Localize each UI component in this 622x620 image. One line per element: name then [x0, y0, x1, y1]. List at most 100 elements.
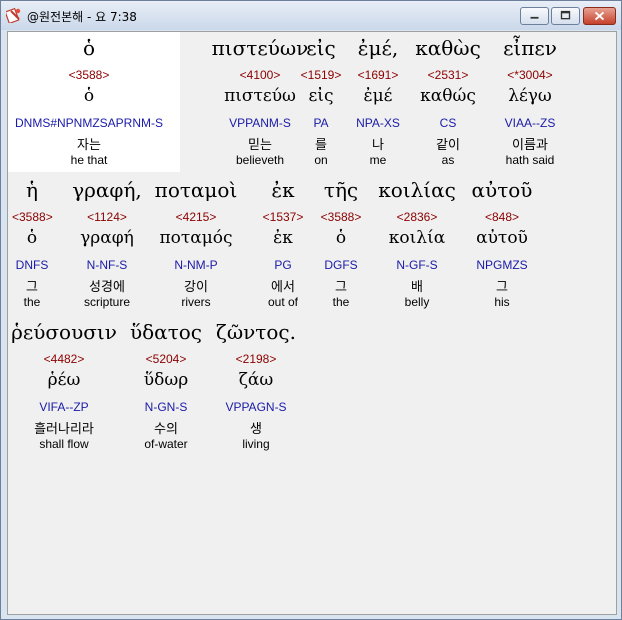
word-column[interactable]: ὕδατος <5204> ὕδωρ N-GN-S 수의 of-water	[126, 320, 206, 455]
close-button[interactable]	[583, 7, 616, 25]
strong-number: <4215>	[175, 210, 217, 224]
english-gloss: of-water	[144, 437, 188, 451]
korean-gloss: 생	[250, 422, 262, 437]
parsing-code: PA	[313, 116, 329, 130]
window-title: @원전본해 - 요 7:38	[27, 10, 137, 24]
strong-number: <2836>	[396, 210, 438, 224]
word-column[interactable]: ἐκ <1537> ἐκ PG 에서 out of	[253, 178, 313, 313]
greek-word: ῥεύσουσιν	[11, 320, 117, 344]
greek-word: ἐμέ,	[357, 36, 399, 60]
lemma: εἰς	[308, 86, 334, 106]
title-bar[interactable]: @원전본해 - 요 7:38	[1, 1, 621, 30]
korean-gloss: 성경에	[89, 280, 125, 295]
korean-gloss: 그	[26, 280, 38, 295]
english-gloss: he that	[70, 153, 108, 167]
strong-number: <*3004>	[507, 68, 553, 82]
word-column[interactable]: ζῶντος. <2198> ζάω VPPAGN-S 생 living	[211, 320, 301, 455]
korean-gloss: 같이	[436, 138, 460, 153]
bible-app-icon[interactable]	[6, 7, 22, 23]
lemma: ὁ	[335, 228, 347, 248]
english-gloss: hath said	[505, 153, 555, 167]
english-gloss: the	[332, 295, 350, 309]
lemma: ὕδωρ	[143, 370, 189, 390]
english-gloss: the	[23, 295, 41, 309]
word-column[interactable]: αὐτοῦ <848> αὐτοῦ NPGMZS 그 his	[467, 178, 537, 313]
word-column[interactable]: τῆς <3588> ὁ DGFS 그 the	[316, 178, 366, 313]
lemma: γραφή	[80, 228, 134, 248]
english-gloss: as	[441, 153, 455, 167]
strong-number: <1691>	[357, 68, 399, 82]
app-window: @원전본해 - 요 7:38 ὁ <3588> ὁ DNMS#NPNMZSAPRNM-…	[0, 0, 622, 620]
lemma: ῥέω	[47, 370, 81, 390]
korean-gloss: 강이	[184, 280, 208, 295]
minimize-icon	[530, 16, 539, 19]
greek-word: ζῶντος.	[216, 320, 296, 344]
korean-gloss: 그	[496, 280, 508, 295]
english-gloss: scripture	[83, 295, 130, 309]
strong-number: <3588>	[320, 210, 362, 224]
lemma: ποταμός	[159, 228, 233, 248]
english-gloss: out of	[267, 295, 299, 309]
lemma: λέγω	[508, 86, 552, 106]
strong-number: <3588>	[68, 68, 110, 82]
greek-word: ποταμοὶ	[154, 178, 238, 202]
korean-gloss: 자는	[77, 138, 101, 153]
word-column[interactable]: ῥεύσουσιν <4482> ῥέω VIFA--ZP 흘러나리라 shall flo…	[9, 320, 119, 455]
word-column[interactable]: κοιλίας <2836> κοιλία N-GF-S 배 belly	[377, 178, 457, 313]
english-gloss: living	[242, 437, 270, 451]
strong-number: <2198>	[235, 352, 277, 366]
english-gloss: me	[369, 153, 387, 167]
parsing-code: N-NM-P	[174, 258, 218, 272]
strong-number: <848>	[484, 210, 520, 224]
greek-word: κοιλίας	[378, 178, 456, 202]
greek-word: εἰς	[306, 36, 336, 60]
strong-number: <5204>	[145, 352, 187, 366]
lemma: κοιλία	[388, 228, 446, 248]
english-gloss: shall flow	[39, 437, 89, 451]
parsing-code: N-GF-S	[396, 258, 438, 272]
greek-word: ἡ	[26, 178, 38, 202]
parsing-code: DNMS#NPNMZSAPRNM-S	[14, 116, 163, 130]
word-column[interactable]: γραφή, <1124> γραφή N-NF-S 성경에 scripture	[67, 178, 147, 313]
english-gloss: belly	[404, 295, 430, 309]
english-gloss: on	[314, 153, 328, 167]
greek-word: ὕδατος	[129, 320, 202, 344]
parsing-code: NPA-XS	[356, 116, 400, 130]
strong-number: <1124>	[87, 210, 127, 224]
minimize-button[interactable]	[520, 7, 549, 25]
word-column[interactable]: ὁ <3588> ὁ DNMS#NPNMZSAPRNM-S 자는 he that	[14, 36, 164, 171]
word-column[interactable]: εἶπεν <*3004> λέγω VIAA--ZS 이름과 hath said	[490, 36, 570, 171]
maximize-button[interactable]	[551, 7, 580, 25]
lemma: ὁ	[26, 228, 38, 248]
korean-gloss: 를	[315, 138, 327, 153]
greek-word: εἶπεν	[503, 36, 557, 60]
word-column[interactable]: ἡ <3588> ὁ DNFS 그 the	[12, 178, 53, 313]
lemma: ζάω	[238, 370, 274, 390]
parsing-code: N-NF-S	[86, 258, 128, 272]
korean-gloss: 수의	[154, 422, 178, 437]
strong-number: <3588>	[12, 210, 53, 224]
strong-number: <1519>	[300, 68, 342, 82]
lemma: ἐκ	[273, 228, 293, 248]
word-column[interactable]: εἰς <1519> εἰς PA 를 on	[296, 36, 346, 171]
parsing-code: NPGMZS	[476, 258, 528, 272]
lemma: ἐμέ	[363, 86, 393, 106]
greek-word: αὐτοῦ	[471, 178, 533, 202]
korean-gloss: 이름과	[512, 138, 548, 153]
maximize-icon	[560, 10, 571, 20]
word-column[interactable]: ποταμοὶ <4215> ποταμός N-NM-P 강이 rivers	[148, 178, 244, 313]
close-icon	[594, 11, 605, 21]
lemma: αὐτοῦ	[476, 228, 528, 248]
word-column[interactable]: καθὼς <2531> καθώς CS 같이 as	[408, 36, 488, 171]
parsing-code: N-GN-S	[144, 400, 188, 414]
word-column[interactable]: ἐμέ, <1691> ἐμέ NPA-XS 나 me	[348, 36, 408, 171]
lemma: ὁ	[83, 86, 95, 106]
parsing-code: PG	[274, 258, 292, 272]
parsing-code: DGFS	[324, 258, 358, 272]
interlinear-view: ὁ <3588> ὁ DNMS#NPNMZSAPRNM-S 자는 he that πιστε…	[7, 31, 617, 615]
parsing-code: VIFA--ZP	[39, 400, 89, 414]
english-gloss: his	[494, 295, 510, 309]
parsing-code: VPPAGN-S	[225, 400, 287, 414]
greek-word: τῆς	[323, 178, 359, 202]
english-gloss: rivers	[181, 295, 211, 309]
